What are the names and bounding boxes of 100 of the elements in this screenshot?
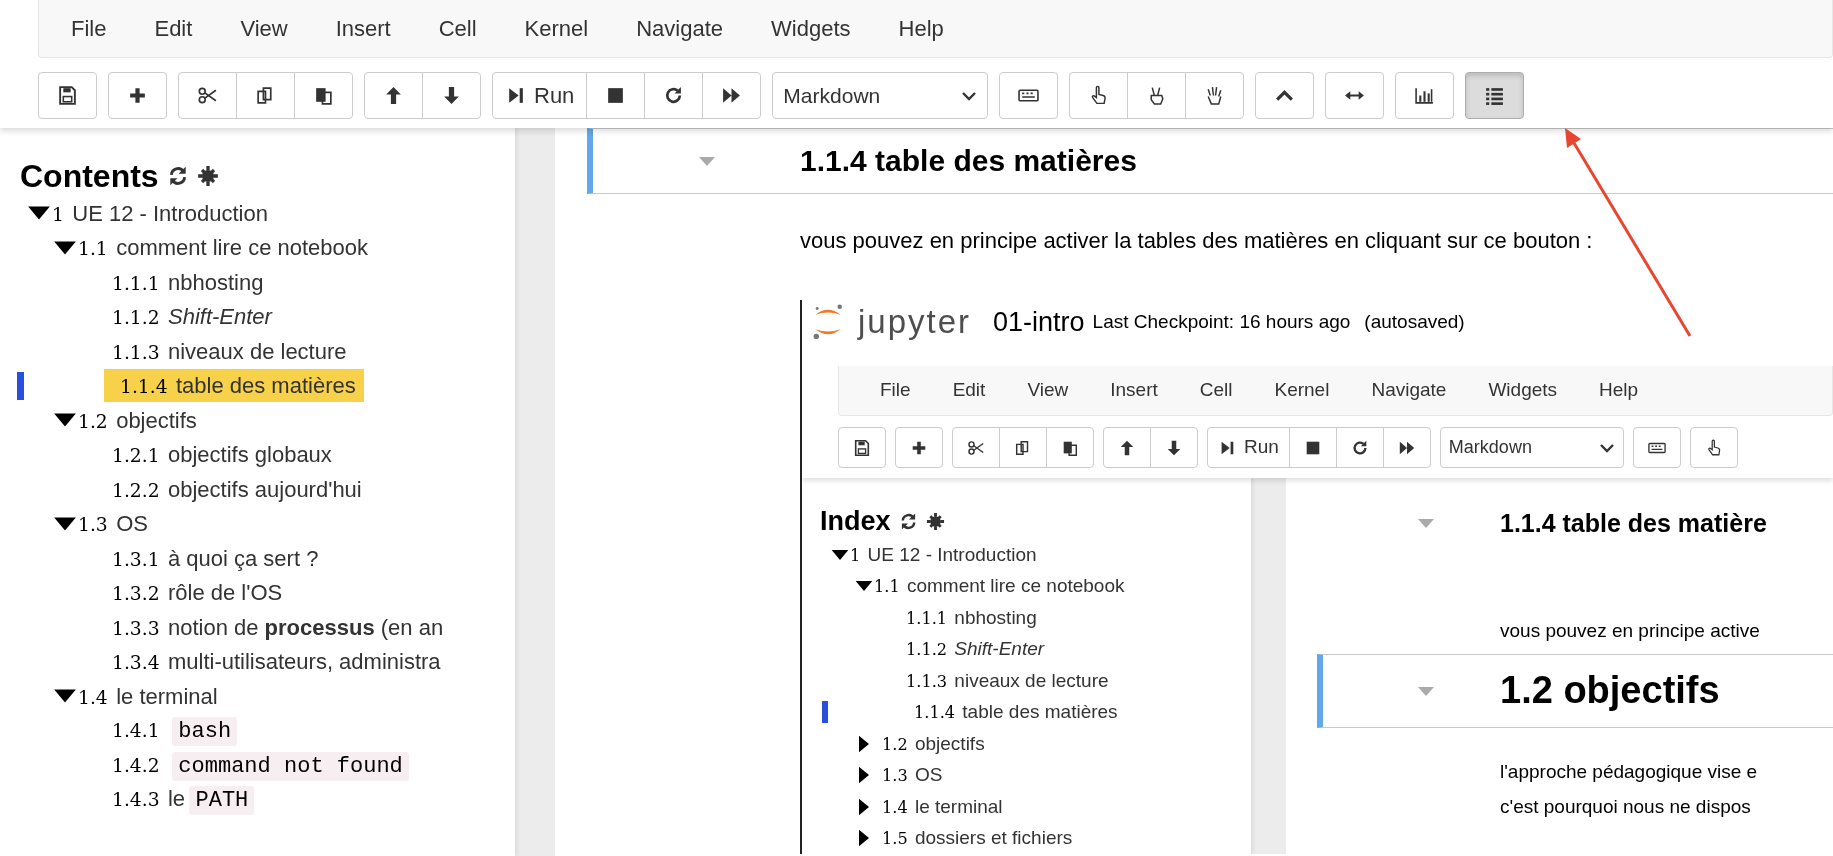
toc-link[interactable]: 1.1.3 niveaux de lecture	[898, 666, 1117, 695]
paste-button[interactable]	[1046, 427, 1094, 468]
heading-cell[interactable]: 1.2 objectifs	[1317, 654, 1833, 728]
menu-item[interactable]: Kernel	[1253, 376, 1351, 405]
cell-type-dropdown[interactable]: Markdown	[1439, 427, 1624, 468]
move-down-button[interactable]	[422, 72, 481, 119]
restart-button[interactable]	[644, 72, 704, 119]
menu-item[interactable]: Cell	[414, 12, 501, 45]
toc-link[interactable]: 1 UE 12 - Introduction	[850, 540, 1045, 569]
toc-link[interactable]: 1.1.2 Shift-Enter	[898, 635, 1053, 664]
copy-button[interactable]	[999, 427, 1047, 468]
save-button[interactable]	[838, 427, 886, 468]
cell-type-dropdown[interactable]: Markdown	[772, 72, 989, 119]
paste-button[interactable]	[294, 72, 353, 119]
scissors-icon	[197, 85, 218, 106]
heading-cell[interactable]: 1.1.4 table des matière	[1317, 501, 1833, 545]
stop-button[interactable]	[1288, 427, 1337, 468]
toc-link[interactable]: 1.1.1 nbhosting	[898, 603, 1045, 632]
toc-link[interactable]: 1.1 comment lire ce notebook	[78, 231, 377, 265]
toc-link[interactable]: 1.2.2 objectifs aujourd'hui	[104, 472, 370, 506]
pointing-hand-button[interactable]	[1069, 72, 1129, 119]
move-down-button[interactable]	[1150, 427, 1198, 468]
menu-item[interactable]: Insert	[1089, 376, 1179, 405]
toc-link[interactable]: 1.4.3 le PATH	[104, 782, 263, 818]
toc-link[interactable]: 1.4 le terminal	[78, 679, 226, 713]
menu-item[interactable]: Edit	[931, 376, 1007, 405]
notebook-name: 01-intro	[993, 305, 1085, 339]
toc-link[interactable]: 1.3.4 multi-utilisateurs, administra	[104, 645, 449, 679]
toc-link[interactable]: 1.5 dossiers et fichiers	[874, 824, 1081, 853]
toc-link[interactable]: 1.4.1 bash	[104, 713, 246, 749]
bar-chart-button[interactable]	[1395, 72, 1455, 119]
toc-link[interactable]: 1.1.4 table des matières	[104, 369, 364, 403]
restart-button[interactable]	[1335, 427, 1384, 468]
caret-icon	[699, 156, 715, 166]
pointing-hand-button[interactable]	[1689, 427, 1738, 468]
save-button[interactable]	[38, 72, 97, 119]
menu-item[interactable]: Navigate	[1350, 376, 1468, 405]
double-arrow-button[interactable]	[1325, 72, 1385, 119]
caret-icon	[1418, 518, 1434, 528]
sidebar-title: Index	[820, 504, 891, 538]
menu-item[interactable]: Kernel	[500, 12, 613, 45]
menu-item[interactable]: File	[47, 12, 131, 45]
copy-button[interactable]	[236, 72, 295, 119]
stop-button[interactable]	[586, 72, 646, 119]
menu-item[interactable]: Navigate	[612, 12, 748, 45]
cell-heading: 1.1.4 table des matière	[1500, 508, 1767, 538]
toc-link[interactable]: 1.1 comment lire ce notebook	[874, 572, 1133, 601]
menu-item[interactable]: View	[216, 12, 312, 45]
keyboard-button[interactable]	[999, 72, 1059, 119]
menu-item[interactable]: Help	[1578, 376, 1660, 405]
run-button[interactable]: Run	[492, 72, 588, 119]
heading-cell[interactable]: 1.1.4 table des matières	[587, 128, 1833, 194]
autosave-status: (autosaved)	[1364, 309, 1465, 334]
settings-icon	[196, 165, 219, 187]
menu-item[interactable]: File	[859, 376, 932, 405]
menu-item[interactable]: Insert	[311, 12, 415, 45]
menu-item[interactable]: Widgets	[1467, 376, 1579, 405]
cut-button[interactable]	[178, 72, 237, 119]
move-up-button[interactable]	[364, 72, 423, 119]
keyboard-button[interactable]	[1632, 427, 1681, 468]
fast-forward-button[interactable]	[1382, 427, 1431, 468]
paragraph: vous pouvez en principe activer la tables des matières en cliquant sur ce bouton :	[799, 227, 1594, 255]
paragraph: c'est pourquoi nous ne dispos	[1499, 795, 1752, 819]
add-button[interactable]	[895, 427, 943, 468]
toc-link[interactable]: 1.1.4 table des matières	[898, 698, 1126, 727]
toc-link[interactable]: 1.3.2 rôle de l'OS	[104, 576, 291, 610]
fast-forward-button[interactable]	[702, 72, 762, 119]
logo-text: jupyter	[858, 302, 972, 343]
add-button[interactable]	[108, 72, 167, 119]
toc-link[interactable]: 1.1.3 niveaux de lecture	[104, 334, 355, 368]
table-of-contents-button[interactable]	[1465, 72, 1525, 119]
cut-button[interactable]	[952, 427, 1000, 468]
toc-link[interactable]: 1.3 OS	[78, 507, 156, 541]
menu-item[interactable]: View	[1006, 376, 1090, 405]
up-arrow-icon	[1118, 438, 1136, 457]
peace-hand-button[interactable]	[1127, 72, 1187, 119]
cell-heading: 1.1.4 table des matières	[800, 143, 1137, 179]
toc-link[interactable]: 1.2 objectifs	[874, 729, 993, 758]
list-icon	[1484, 85, 1506, 106]
open-hand-button[interactable]	[1185, 72, 1245, 119]
toc-link[interactable]: 1.4 le terminal	[874, 792, 1011, 821]
run-button[interactable]: Run	[1207, 427, 1290, 468]
menu-item[interactable]: Help	[874, 12, 968, 45]
move-up-button[interactable]	[1103, 427, 1151, 468]
toc-link[interactable]: 1 UE 12 - Introduction	[52, 196, 276, 230]
paste-icon	[313, 85, 334, 106]
menu-item[interactable]: Cell	[1178, 376, 1254, 405]
scissors-icon	[967, 438, 985, 457]
toc-link[interactable]: 1.2 objectifs	[78, 403, 205, 437]
save-icon	[57, 85, 78, 106]
toc-link[interactable]: 1.3.3 notion de processus (en an	[104, 610, 452, 644]
toc-link[interactable]: 1.1.1 nbhosting	[104, 265, 272, 299]
toc-link[interactable]: 1.3 OS	[874, 761, 951, 790]
sidebar-title: Contents	[20, 157, 159, 196]
menu-item[interactable]: Widgets	[747, 12, 875, 45]
menu-item[interactable]: Edit	[130, 12, 217, 45]
toc-link[interactable]: 1.1.2 Shift-Enter	[104, 300, 280, 334]
toc-link[interactable]: 1.2.1 objectifs globaux	[104, 438, 340, 472]
chevron-up-button[interactable]	[1255, 72, 1315, 119]
toc-link[interactable]: 1.3.1 à quoi ça sert ?	[104, 541, 327, 575]
